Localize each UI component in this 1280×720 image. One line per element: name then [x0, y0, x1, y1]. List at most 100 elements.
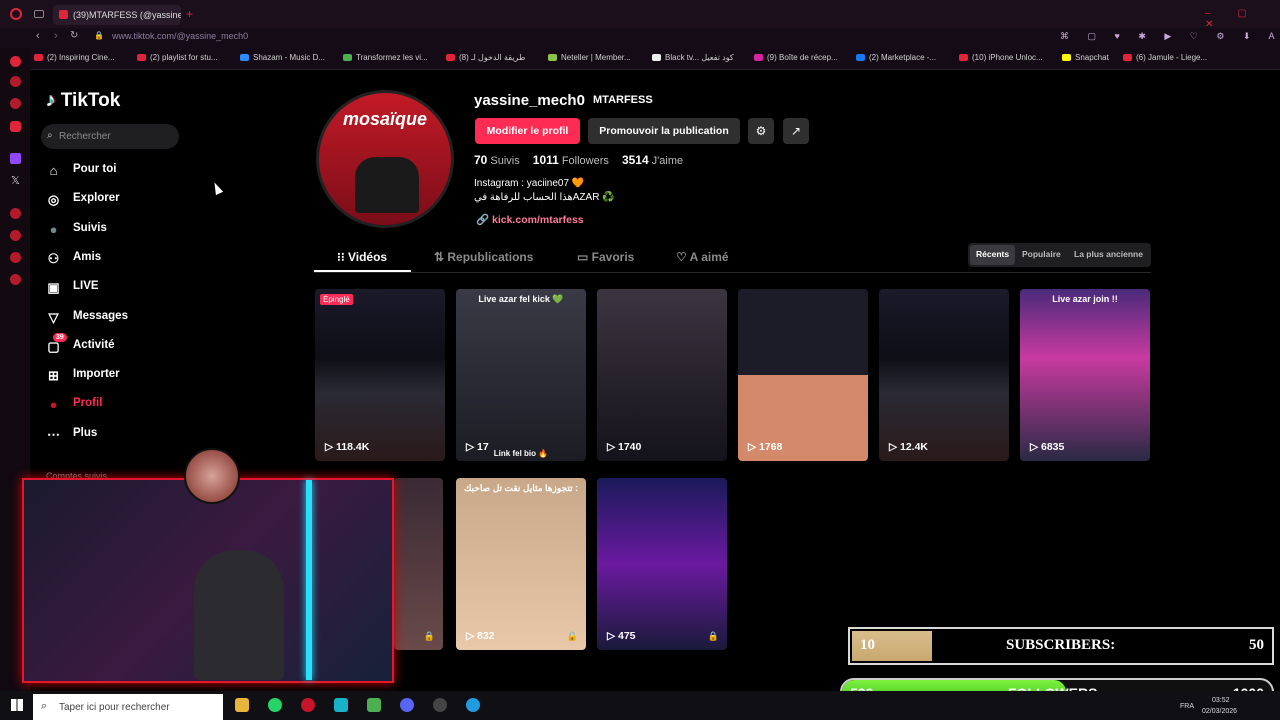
sidebar-item-live[interactable]: ▣ LIVE: [45, 277, 205, 299]
view-count-value: 17: [477, 441, 489, 453]
edit-profile-button[interactable]: Modifier le profil: [475, 118, 580, 144]
youtube-icon[interactable]: [10, 121, 21, 132]
video-card[interactable]: ▷ 12.4K: [879, 289, 1009, 461]
bookmark-item[interactable]: (2) Marketplace -...: [856, 53, 936, 62]
new-tab-button[interactable]: +: [186, 7, 193, 21]
profile-link[interactable]: 🔗 kick.com/mtarfess: [476, 213, 584, 226]
video-card[interactable]: تتجوزها مثايل نقت تل صاحبك : ▷ 832 🔒: [456, 478, 586, 650]
search-input[interactable]: ⌕ Rechercher: [41, 124, 179, 149]
forward-icon[interactable]: ›: [54, 30, 58, 42]
bookmark-item[interactable]: Snapchat: [1062, 53, 1109, 62]
subscribers-current: 10: [860, 637, 875, 653]
sort-popular[interactable]: Populaire: [1022, 249, 1061, 259]
browser-tab-active[interactable]: (39)MTARFESS (@yassine: [53, 5, 181, 25]
sidebar-item-messages[interactable]: ▽ Messages: [45, 307, 205, 329]
taskbar-search-input[interactable]: ⌕ Taper ici pour rechercher: [33, 694, 223, 720]
extension-icon[interactable]: [10, 274, 21, 285]
heart-icon: ♡: [676, 250, 690, 264]
subscribers-label: SUBSCRIBERS:: [1006, 637, 1116, 653]
file-explorer-icon[interactable]: [235, 698, 249, 712]
bookmark-item[interactable]: (10) iPhone Unloc...: [959, 53, 1043, 62]
pin-icon[interactable]: [10, 76, 21, 87]
bookmark-item[interactable]: Neteller | Member...: [548, 53, 631, 62]
sidebar-item-amis[interactable]: ⚇ Amis: [45, 248, 205, 270]
video-card[interactable]: Live azar fel kick 💚 Link fel bio 🔥 ▷ 17: [456, 289, 586, 461]
sort-recent[interactable]: Récents: [976, 249, 1009, 259]
video-card[interactable]: 🔒: [394, 478, 443, 650]
live-icon: ▣: [47, 280, 60, 296]
bookmark-item[interactable]: (6) Jamule - Liege...: [1123, 53, 1207, 62]
flame-icon[interactable]: [10, 98, 21, 109]
bookmark-item[interactable]: Black tv... كود تفعيل: [652, 53, 734, 62]
play-icon: ▷: [607, 630, 618, 642]
video-card[interactable]: Épinglé ▷ 118.4K: [315, 289, 445, 461]
video-card[interactable]: ▷ 475 🔒: [597, 478, 727, 650]
sidebar-item-profil[interactable]: ● Profil: [45, 394, 205, 416]
view-count: ▷ 1740: [607, 441, 641, 453]
reload-icon[interactable]: ↻: [70, 30, 78, 41]
following-count[interactable]: 70: [474, 153, 487, 167]
bookmark-item[interactable]: (2) Inspiring Cine...: [34, 53, 115, 62]
profile-avatar[interactable]: mosaïque: [316, 90, 454, 228]
messenger-icon[interactable]: [10, 56, 21, 67]
video-card[interactable]: ▷ 1740: [597, 289, 727, 461]
clock-icon[interactable]: [10, 230, 21, 241]
edge-icon[interactable]: [466, 698, 480, 712]
browser-extension-icons[interactable]: ⌘ ▢ ♥ ✱ ▶ ♡ ⚙ ⬇ AI ⋮: [1060, 31, 1280, 42]
sidebar-item-suivis[interactable]: ● Suivis: [45, 219, 205, 241]
whatsapp-icon[interactable]: [268, 698, 282, 712]
likes-count: 3514: [621, 153, 649, 167]
sidebar-item-label: Activité: [73, 338, 115, 351]
search-icon: ⌕: [47, 130, 53, 141]
browser-menu-icon[interactable]: [10, 8, 22, 20]
opera-gx-icon[interactable]: [301, 698, 315, 712]
sort-oldest[interactable]: La plus ancienne: [1074, 249, 1143, 259]
view-count: ▷ 832: [466, 630, 495, 642]
share-icon[interactable]: ↗: [783, 118, 809, 144]
plus-square-icon: ⊞: [48, 368, 59, 384]
bookmark-item[interactable]: Shazam - Music D...: [240, 53, 325, 62]
settings-icon[interactable]: [10, 252, 21, 263]
tab-videos[interactable]: ⁝⁝ Vidéos: [337, 250, 387, 264]
android-icon[interactable]: [367, 698, 381, 712]
sidebar-item-importer[interactable]: ⊞ Importer: [45, 365, 205, 387]
tiktok-favicon-icon: [59, 10, 68, 19]
sidebar-item-label: Explorer: [73, 192, 120, 205]
bookmark-item[interactable]: (2) playlist for stu...: [137, 53, 218, 62]
windows-start-icon[interactable]: [11, 699, 23, 711]
sidebar-item-plus[interactable]: ⋯ Plus: [45, 424, 205, 446]
pinned-badge: Épinglé: [320, 294, 353, 305]
window-controls[interactable]: – ▢ ✕: [1205, 8, 1280, 30]
view-count: ▷ 475: [607, 630, 636, 642]
tab-favorites[interactable]: ▭ Favoris: [577, 250, 634, 264]
taskbar-date: 02/03/2026: [1202, 708, 1238, 715]
record-icon[interactable]: [10, 208, 21, 219]
discord-icon[interactable]: [400, 698, 414, 712]
followers-count[interactable]: 1011: [533, 153, 559, 167]
bio-line-2: هذا الحساب للرفاهة فيAZAR ♻️: [474, 192, 615, 203]
x-icon[interactable]: 𝕏: [11, 174, 20, 187]
bookmark-favicon-icon: [240, 54, 249, 62]
url-field[interactable]: www.tiktok.com/@yassine_mech0: [112, 31, 248, 41]
tiktok-logo[interactable]: ♪ TikTok: [46, 90, 120, 112]
bookmark-favicon-icon: [446, 54, 455, 62]
tab-liked[interactable]: ♡ A aimé: [676, 250, 729, 264]
tab-republications[interactable]: ⇅ Republications: [434, 250, 533, 264]
bookmark-item[interactable]: (9) Boîte de récep...: [754, 53, 838, 62]
video-card[interactable]: Live azar join !! ▷ 6835: [1020, 289, 1150, 461]
back-icon[interactable]: ‹: [36, 30, 40, 42]
promote-post-button[interactable]: Promouvoir la publication: [588, 118, 740, 144]
taskbar-language[interactable]: FRA: [1180, 703, 1194, 710]
bookmark-item[interactable]: طريقة الدخول لـ (8): [446, 53, 525, 62]
capcut-icon[interactable]: [334, 698, 348, 712]
sidebar-item-pourtoi[interactable]: ⌂ Pour toi: [45, 160, 205, 182]
view-count-value: 475: [618, 630, 636, 642]
obs-icon[interactable]: [433, 698, 447, 712]
settings-icon[interactable]: ⚙: [748, 118, 774, 144]
sidebar-item-activit[interactable]: ▢ Activité 39: [45, 332, 205, 358]
video-card[interactable]: ▷ 1768: [738, 289, 868, 461]
bookmark-item[interactable]: Transformez les vi...: [343, 53, 428, 62]
sidebar-item-explorer[interactable]: ◎ Explorer: [45, 189, 205, 211]
tab-manager-icon[interactable]: [34, 10, 44, 18]
twitch-icon[interactable]: [10, 153, 21, 164]
